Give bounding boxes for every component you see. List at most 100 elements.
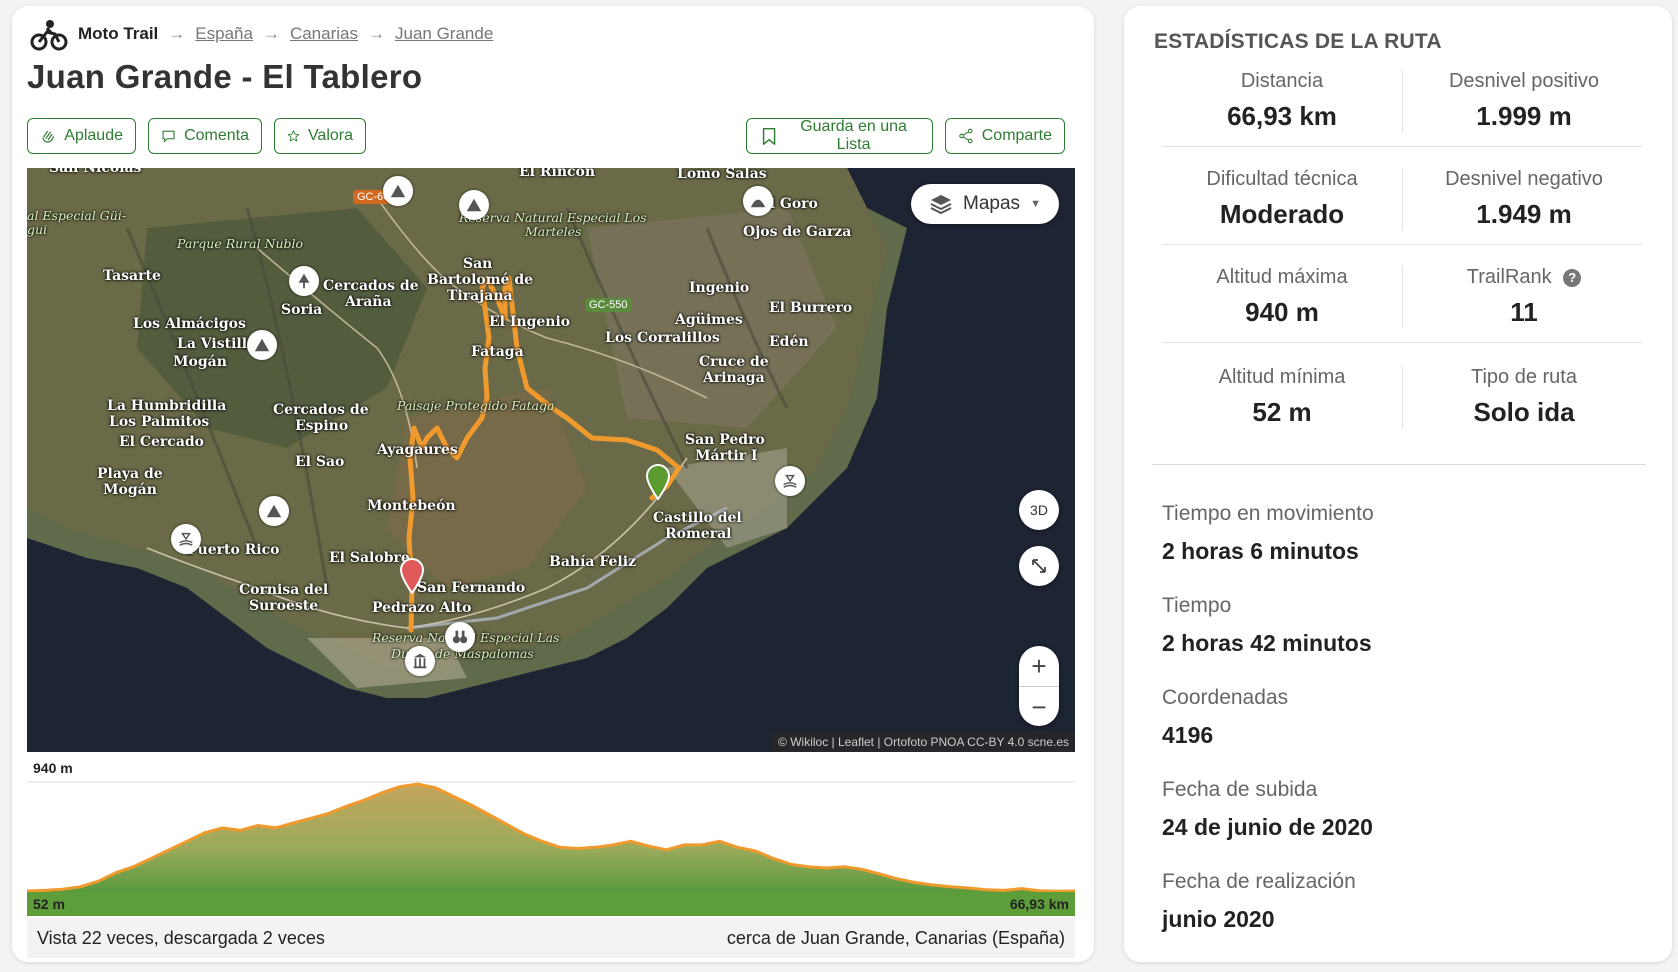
stat-value: Moderado bbox=[1219, 199, 1345, 229]
place-label: Montebeón bbox=[367, 498, 456, 514]
place-label: San Nicolás bbox=[49, 168, 142, 176]
place-label: Agüimes bbox=[675, 312, 743, 328]
place-label: Bahía Feliz bbox=[549, 554, 637, 570]
info-value: junio 2020 bbox=[1162, 906, 1275, 932]
info-recorded-date: Fecha de realización junio 2020 bbox=[1162, 870, 1356, 933]
fullscreen-button[interactable] bbox=[1019, 546, 1059, 586]
place-label: Ingenio bbox=[689, 280, 750, 296]
info-label: Tiempo en movimiento bbox=[1162, 502, 1374, 525]
place-label: Parque Rural Nublo bbox=[177, 236, 304, 251]
divider bbox=[1402, 366, 1403, 428]
info-moving-time: Tiempo en movimiento 2 horas 6 minutos bbox=[1162, 502, 1374, 565]
divider bbox=[1162, 244, 1642, 245]
divider bbox=[1162, 146, 1642, 147]
breadcrumb-arrow-icon: → bbox=[368, 24, 385, 43]
route-card: Moto Trail → España → Canarias → Juan Gr… bbox=[12, 6, 1094, 962]
divider bbox=[1152, 464, 1646, 465]
map-layers-label: Mapas bbox=[963, 193, 1021, 214]
info-label: Coordenadas bbox=[1162, 686, 1289, 709]
campsite-icon[interactable] bbox=[259, 496, 289, 526]
satellite-map-background bbox=[27, 168, 1075, 752]
stat-label: Altitud máxima bbox=[1216, 266, 1348, 288]
save-to-list-button[interactable]: Guarda en una Lista bbox=[746, 118, 933, 154]
route-map[interactable]: GC-60 GC-550 San Nicolás El Rincón Lomo … bbox=[27, 168, 1075, 752]
stat-label: TrailRank bbox=[1466, 266, 1552, 288]
stat-value: 1.999 m bbox=[1476, 101, 1572, 131]
start-marker-icon[interactable] bbox=[645, 464, 671, 500]
info-total-time: Tiempo 2 horas 42 minutos bbox=[1162, 594, 1372, 657]
place-label: Castillo del bbox=[653, 510, 742, 526]
campsite-icon[interactable] bbox=[247, 330, 277, 360]
stats-title: ESTADÍSTICAS DE LA RUTA bbox=[1154, 30, 1442, 53]
zoom-control: + − bbox=[1019, 646, 1059, 726]
map-attribution[interactable]: © Wikiloc | Leaflet | Ortofoto PNOA CC-B… bbox=[772, 732, 1075, 752]
place-label: San Pedro bbox=[685, 432, 765, 448]
tree-icon[interactable] bbox=[289, 266, 319, 296]
place-label: Lomo Salas bbox=[677, 168, 767, 182]
beach-icon[interactable] bbox=[171, 524, 201, 554]
place-label: El Cercado bbox=[119, 434, 205, 450]
zoom-out-button[interactable]: − bbox=[1019, 687, 1059, 726]
place-label: Pedrazo Alto bbox=[372, 600, 472, 616]
clap-icon bbox=[42, 130, 54, 143]
zoom-in-button[interactable]: + bbox=[1019, 646, 1059, 687]
place-label: Puerto Rico bbox=[187, 542, 280, 558]
elevation-area bbox=[27, 784, 1075, 892]
chevron-down-icon: ▼ bbox=[1030, 198, 1041, 210]
place-label: Paisaje Protegido Fataga bbox=[397, 398, 555, 413]
place-label: El Burrero bbox=[769, 300, 853, 316]
campsite-icon[interactable] bbox=[383, 176, 413, 206]
place-label: Mogán bbox=[103, 482, 157, 498]
divider bbox=[1402, 266, 1403, 328]
save-to-list-label: Guarda en una Lista bbox=[800, 118, 907, 153]
stats-card: ESTADÍSTICAS DE LA RUTA Distancia 66,93 … bbox=[1124, 6, 1672, 962]
breadcrumb-link-town[interactable]: Juan Grande bbox=[395, 24, 493, 44]
info-value: 24 de junio de 2020 bbox=[1162, 814, 1373, 840]
cave-icon[interactable] bbox=[743, 186, 773, 216]
route-footer: Vista 22 veces, descargada 2 veces cerca… bbox=[27, 918, 1075, 958]
place-label: Bartolomé de bbox=[427, 272, 534, 288]
place-label: El Rincón bbox=[519, 168, 596, 180]
divider bbox=[1162, 342, 1642, 343]
beach-icon[interactable] bbox=[775, 466, 805, 496]
elevation-profile[interactable]: 940 m 52 m 66,93 km bbox=[26, 758, 1076, 916]
stat-value: 940 m bbox=[1245, 297, 1319, 327]
map-layers-button[interactable]: Mapas ▼ bbox=[911, 184, 1059, 224]
applaud-label: Aplaude bbox=[64, 127, 123, 144]
breadcrumb-link-country[interactable]: España bbox=[195, 24, 253, 44]
bookmark-icon bbox=[762, 127, 776, 145]
breadcrumb-link-region[interactable]: Canarias bbox=[290, 24, 358, 44]
breadcrumb-arrow-icon: → bbox=[262, 24, 280, 43]
stat-label: Altitud mínima bbox=[1218, 366, 1346, 388]
help-icon[interactable]: ? bbox=[1563, 268, 1582, 287]
monument-icon[interactable] bbox=[405, 646, 435, 676]
applaud-button[interactable]: Aplaude bbox=[27, 118, 136, 154]
place-label: Soria bbox=[281, 302, 323, 318]
info-label: Fecha de realización bbox=[1162, 870, 1356, 893]
rate-button[interactable]: Valora bbox=[274, 118, 366, 154]
stat-value: 66,93 km bbox=[1227, 101, 1337, 131]
end-marker-icon[interactable] bbox=[399, 558, 425, 594]
place-label: Cercados de bbox=[323, 278, 419, 294]
info-value: 2 horas 42 minutos bbox=[1162, 630, 1372, 656]
3d-view-button[interactable]: 3D bbox=[1019, 490, 1059, 530]
campsite-icon[interactable] bbox=[459, 190, 489, 220]
place-label: Cornisa del bbox=[239, 582, 329, 598]
share-label: Comparte bbox=[981, 127, 1052, 144]
divider bbox=[1402, 70, 1403, 132]
binoculars-icon[interactable] bbox=[445, 622, 475, 652]
share-button[interactable]: Comparte bbox=[945, 118, 1065, 154]
views-count: Vista 22 veces, descargada 2 veces bbox=[37, 927, 325, 948]
motorbike-icon bbox=[30, 20, 68, 51]
stat-route-type: Tipo de ruta Solo ida bbox=[1404, 366, 1644, 428]
info-value: 4196 bbox=[1162, 722, 1214, 748]
place-label: Cercados de bbox=[273, 402, 369, 418]
place-label: Fataga bbox=[471, 344, 524, 360]
stat-elevation-gain: Desnivel positivo 1.999 m bbox=[1404, 70, 1644, 132]
comment-button[interactable]: Comenta bbox=[148, 118, 262, 154]
place-label: Los Palmitos bbox=[109, 414, 210, 430]
breadcrumb: Moto Trail → España → Canarias → Juan Gr… bbox=[30, 16, 493, 52]
place-label: Arinaga bbox=[703, 370, 765, 386]
rate-label: Valora bbox=[307, 127, 353, 144]
page-title: Juan Grande - El Tablero bbox=[27, 58, 423, 95]
